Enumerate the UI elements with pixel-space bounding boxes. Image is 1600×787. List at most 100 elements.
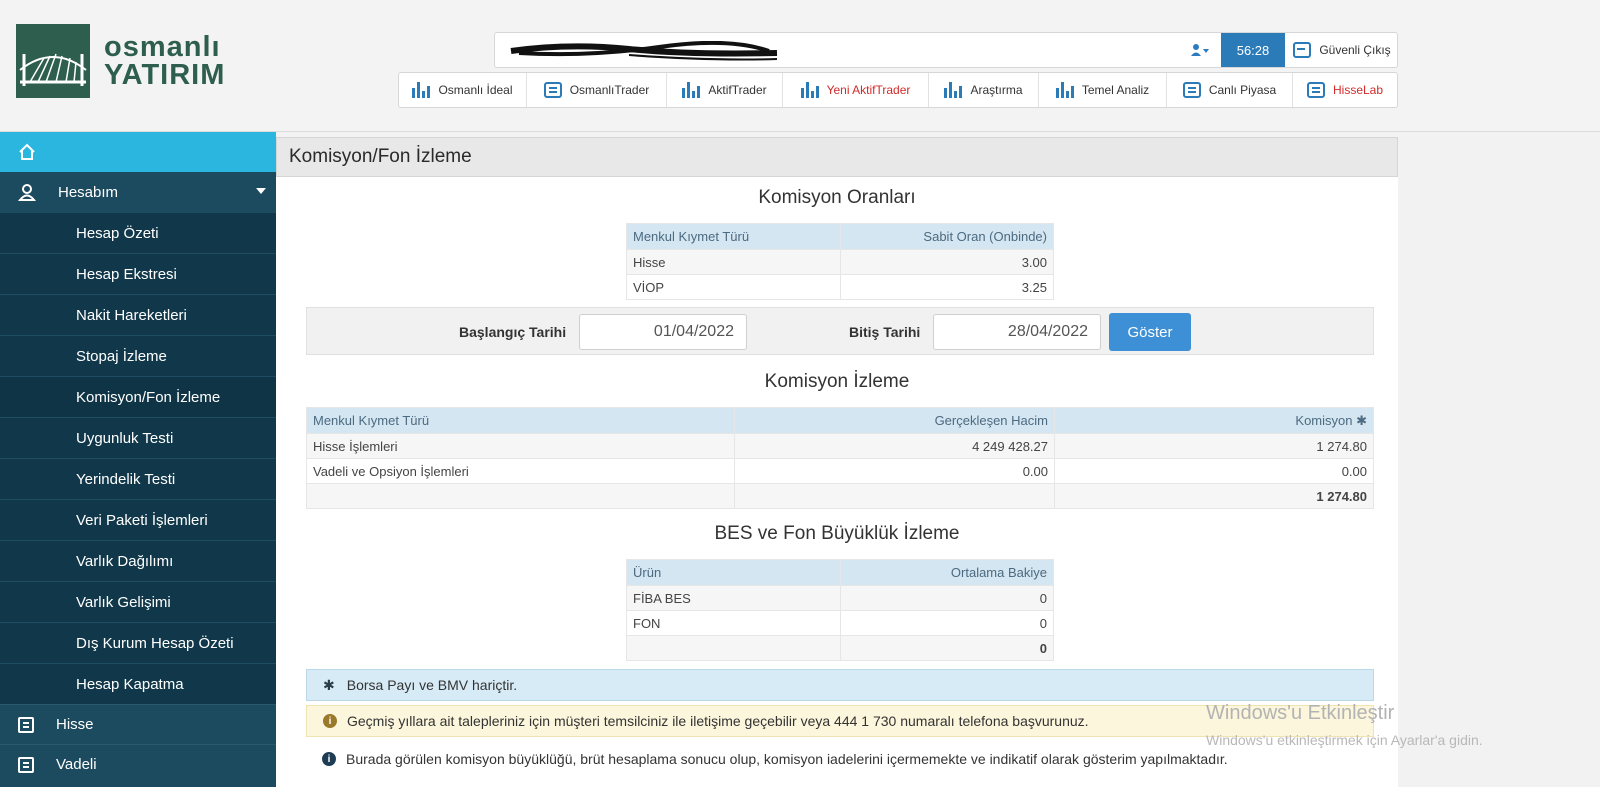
sidebar-home[interactable] — [0, 132, 276, 172]
rates-cell: 3.00 — [840, 249, 1054, 275]
funds-cell: 0 — [840, 585, 1054, 611]
table-row: VİOP 3.25 — [626, 274, 1054, 300]
brand-logo[interactable]: osmanlı YATIRIM — [16, 24, 225, 98]
tracking-header-volume: Gerçekleşen Hacim — [734, 407, 1055, 434]
rates-cell: Hisse — [626, 249, 841, 275]
sidebar-item-varlik-gelisimi[interactable]: Varlık Gelişimi — [0, 581, 276, 622]
platform-label: Yeni AktifTrader — [826, 83, 911, 97]
sidebar-item-hesap-ekstresi[interactable]: Hesap Ekstresi — [0, 253, 276, 294]
platform-link-hisselab[interactable]: HisseLab — [1293, 73, 1397, 107]
platform-link-osmanli-ideal[interactable]: Osmanlı İdeal — [399, 73, 527, 107]
funds-cell: FİBA BES — [626, 585, 841, 611]
header: osmanlı YATIRIM 56:28 Güvenli Çıkış Osma… — [0, 0, 1600, 132]
rates-header-type: Menkul Kıymet Türü — [626, 223, 841, 250]
list-icon — [1182, 82, 1201, 98]
account-bar: 56:28 Güvenli Çıkış — [494, 32, 1398, 68]
funds-total: 0 — [840, 635, 1054, 661]
list-icon — [1306, 82, 1325, 98]
note-text: Burada görülen komisyon büyüklüğü, brüt … — [346, 751, 1228, 767]
sidebar-item-hesap-kapatma[interactable]: Hesap Kapatma — [0, 663, 276, 704]
session-timer: 56:28 — [1221, 33, 1285, 67]
tracking-header-type: Menkul Kıymet Türü — [306, 407, 735, 434]
tracking-cell — [734, 483, 1055, 509]
platform-label: Canlı Piyasa — [1208, 83, 1277, 97]
bar-chart-icon — [800, 82, 819, 98]
sidebar-item-yerindelik-testi[interactable]: Yerindelik Testi — [0, 458, 276, 499]
tracking-cell: 0.00 — [734, 458, 1055, 484]
funds-cell: 0 — [840, 610, 1054, 636]
info-icon: i — [323, 714, 337, 728]
sidebar-item-hesap-ozeti[interactable]: Hesap Özeti — [0, 212, 276, 253]
sidebar-item-veri-paketi[interactable]: Veri Paketi İşlemleri — [0, 499, 276, 540]
platform-link-aktiftrader[interactable]: AktifTrader — [667, 73, 783, 107]
redacted-account-name — [510, 41, 778, 61]
platform-label: OsmanlıTrader — [569, 83, 650, 97]
user-menu-icon[interactable] — [1185, 33, 1215, 67]
platform-link-temel-analiz[interactable]: Temel Analiz — [1039, 73, 1167, 107]
platform-link-arastirma[interactable]: Araştırma — [929, 73, 1039, 107]
home-icon — [19, 143, 35, 160]
page-title: Komisyon/Fon İzleme — [276, 137, 1398, 177]
logout-button[interactable]: Güvenli Çıkış — [1287, 33, 1397, 67]
tracking-title: Komisyon İzleme — [764, 371, 910, 392]
date-filter-bar: Başlangıç Tarihi 01/04/2022 Bitiş Tarihi… — [306, 307, 1374, 355]
funds-cell: FON — [626, 610, 841, 636]
rates-cell: 3.25 — [840, 274, 1054, 300]
bar-chart-icon — [682, 82, 701, 98]
platform-link-osmanlitrader[interactable]: OsmanlıTrader — [527, 73, 667, 107]
table-row: Hisse İşlemleri 4 249 428.27 1 274.80 — [306, 433, 1374, 459]
platform-links: Osmanlı İdeal OsmanlıTrader AktifTrader … — [398, 72, 1398, 108]
windows-activation-subtitle: Windows'u etkinleştirmek için Ayarlar'a … — [1206, 732, 1483, 748]
logout-icon — [1293, 42, 1312, 58]
rates-table: Menkul Kıymet Türü Sabit Oran (Onbinde) … — [626, 223, 1054, 300]
brand-line-2: YATIRIM — [104, 59, 226, 91]
info-icon: i — [322, 752, 336, 766]
caret-down-icon — [256, 188, 266, 194]
table-total-row: 0 — [626, 635, 1054, 661]
tracking-cell: 0.00 — [1054, 458, 1374, 484]
sidebar-section-label: Vadeli — [56, 756, 97, 773]
end-date-label: Bitiş Tarihi — [849, 324, 921, 340]
note-text: Geçmiş yıllara ait talepleriniz için müş… — [347, 713, 1089, 729]
platform-label: Osmanlı İdeal — [438, 83, 513, 97]
sidebar-section-hisse[interactable]: Hisse — [0, 704, 276, 744]
table-row: FON 0 — [626, 610, 1054, 636]
note-exclusion: ✱ Borsa Payı ve BMV hariçtir. — [306, 669, 1374, 701]
platform-label: AktifTrader — [708, 83, 767, 97]
commission-table: Menkul Kıymet Türü Gerçekleşen Hacim Kom… — [306, 407, 1374, 509]
document-icon — [18, 716, 34, 733]
windows-activation-title: Windows'u Etkinleştir — [1206, 702, 1395, 724]
platform-label: Temel Analiz — [1081, 83, 1150, 97]
sidebar-item-uygunluk-testi[interactable]: Uygunluk Testi — [0, 417, 276, 458]
funds-header-balance: Ortalama Bakiye — [840, 559, 1054, 586]
funds-header-product: Ürün — [626, 559, 841, 586]
sidebar-account-label: Hesabım — [58, 183, 119, 201]
bar-chart-icon — [1055, 82, 1074, 98]
brand-line-1: osmanlı — [104, 31, 221, 63]
start-date-input[interactable]: 01/04/2022 — [579, 314, 747, 350]
rates-title: Komisyon Oranları — [758, 187, 916, 208]
end-date-input[interactable]: 28/04/2022 — [933, 314, 1101, 350]
sidebar-item-komisyon-fon-izleme[interactable]: Komisyon/Fon İzleme — [0, 376, 276, 417]
sidebar-item-varlik-dagilimi[interactable]: Varlık Dağılımı — [0, 540, 276, 581]
sidebar-section-vadeli[interactable]: Vadeli — [0, 744, 276, 784]
sidebar-item-stopaj-izleme[interactable]: Stopaj İzleme — [0, 335, 276, 376]
platform-link-canli-piyasa[interactable]: Canlı Piyasa — [1167, 73, 1293, 107]
funds-title: BES ve Fon Büyüklük İzleme — [714, 523, 960, 544]
tracking-cell: 1 274.80 — [1054, 433, 1374, 459]
sidebar-account-toggle[interactable]: Hesabım — [0, 172, 276, 212]
tracking-cell: 4 249 428.27 — [734, 433, 1055, 459]
tracking-total: 1 274.80 — [1054, 483, 1374, 509]
platform-link-yeni-aktiftrader[interactable]: Yeni AktifTrader — [783, 73, 929, 107]
asterisk-icon: ✱ — [323, 676, 335, 693]
show-button[interactable]: Göster — [1109, 313, 1191, 351]
tracking-cell: Hisse İşlemleri — [306, 433, 735, 459]
sidebar-item-nakit-hareketleri[interactable]: Nakit Hareketleri — [0, 294, 276, 335]
main-content: Komisyon Oranları Menkul Kıymet Türü Sab… — [276, 177, 1398, 787]
tracking-cell: Vadeli ve Opsiyon İşlemleri — [306, 458, 735, 484]
user-icon — [18, 184, 36, 201]
tracking-cell — [306, 483, 735, 509]
table-row: FİBA BES 0 — [626, 585, 1054, 611]
sidebar-section-label: Hisse — [56, 716, 94, 733]
sidebar-item-dis-kurum[interactable]: Dış Kurum Hesap Özeti — [0, 622, 276, 663]
